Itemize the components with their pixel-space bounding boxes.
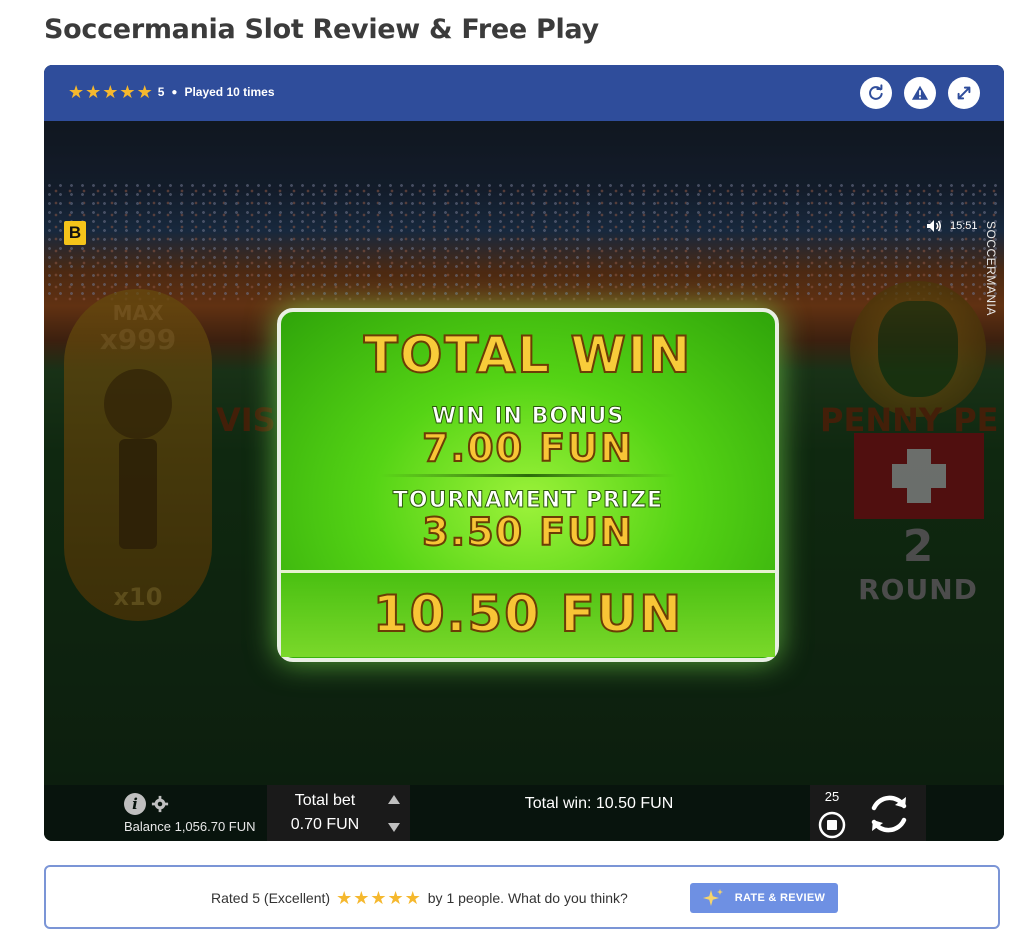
total-bet-label: Total bet bbox=[294, 792, 356, 809]
warning-icon bbox=[911, 85, 929, 100]
rating-stars: ★ ★ ★ ★ ★ bbox=[336, 888, 422, 908]
star-icon: ★ bbox=[353, 888, 370, 908]
star-icon: ★ bbox=[404, 888, 421, 908]
total-win-value: 10.50 FUN bbox=[372, 584, 684, 644]
star-icon: ★ bbox=[387, 888, 404, 908]
balance: Balance 1,056.70 FUN bbox=[124, 819, 256, 834]
star-icon: ★ bbox=[336, 888, 353, 908]
reload-icon bbox=[869, 84, 883, 100]
autoplay-stop-button[interactable] bbox=[816, 809, 848, 841]
bonus-value: 7.00 FUN bbox=[421, 425, 634, 471]
rating-prompt: Rated 5 (Excellent) ★ ★ ★ ★ ★ by 1 peopl… bbox=[211, 888, 628, 908]
rate-review-button[interactable]: RATE & REVIEW bbox=[690, 883, 838, 913]
page-title: Soccermania Slot Review & Free Play bbox=[44, 14, 599, 45]
rating-suffix: by 1 people. What do you think? bbox=[427, 890, 628, 906]
total-win-dialog[interactable]: TOTAL WIN WIN IN BONUS 7.00 FUN TOURNAME… bbox=[277, 308, 779, 662]
bet-decrease-button[interactable] bbox=[388, 823, 400, 832]
tournament-value: 3.50 FUN bbox=[421, 509, 634, 555]
total-band: 10.50 FUN bbox=[281, 570, 775, 657]
star-icon: ★ bbox=[136, 82, 153, 102]
star-icon: ★ bbox=[370, 888, 387, 908]
game-control-bar: i Balance 1,056.70 FUN Total bet 0.70 FU… bbox=[44, 785, 1004, 841]
clock: 15:51 bbox=[950, 220, 978, 232]
provider-logo: B bbox=[64, 221, 86, 245]
game-frame: ★ ★ ★ ★ ★ 5 ● Played 10 times MAX x999 x… bbox=[44, 65, 1004, 841]
bet-increase-button[interactable] bbox=[388, 795, 400, 804]
sparkle-icon bbox=[702, 889, 723, 906]
reload-button[interactable] bbox=[860, 77, 892, 109]
star-icon: ★ bbox=[102, 82, 119, 102]
rating-value: 5 bbox=[157, 85, 165, 99]
info-icon[interactable]: i bbox=[124, 793, 146, 815]
status-bar: 15:51 bbox=[926, 219, 978, 233]
star-icon: ★ bbox=[85, 82, 102, 102]
total-win-readout: Total win: 10.50 FUN bbox=[524, 795, 674, 812]
spin-button[interactable] bbox=[862, 787, 916, 841]
game-header: ★ ★ ★ ★ ★ 5 ● Played 10 times bbox=[44, 65, 1004, 121]
game-canvas[interactable]: MAX x999 x10 VIS PENNY PE 2 ROUND B 15:5… bbox=[44, 121, 1004, 785]
total-bet-value: 0.70 FUN bbox=[290, 816, 360, 833]
autoplay-count: 25 bbox=[824, 789, 840, 804]
fullscreen-button[interactable] bbox=[948, 77, 980, 109]
win-title: TOTAL WIN bbox=[363, 325, 693, 385]
star-icon: ★ bbox=[68, 82, 85, 102]
game-vertical-title: SOCCERMANIA bbox=[984, 221, 998, 316]
sound-icon[interactable] bbox=[926, 219, 942, 233]
expand-icon bbox=[957, 86, 971, 100]
rating-prefix: Rated 5 (Excellent) bbox=[211, 890, 331, 906]
divider bbox=[381, 474, 675, 477]
gear-icon[interactable] bbox=[151, 795, 169, 813]
separator-dot: ● bbox=[171, 86, 178, 98]
rating-summary: ★ ★ ★ ★ ★ 5 ● Played 10 times bbox=[68, 83, 275, 101]
star-icon: ★ bbox=[119, 82, 136, 102]
played-count: Played 10 times bbox=[184, 85, 275, 99]
rating-box: Rated 5 (Excellent) ★ ★ ★ ★ ★ by 1 peopl… bbox=[44, 865, 1000, 929]
rate-review-label: RATE & REVIEW bbox=[734, 892, 826, 904]
report-button[interactable] bbox=[904, 77, 936, 109]
